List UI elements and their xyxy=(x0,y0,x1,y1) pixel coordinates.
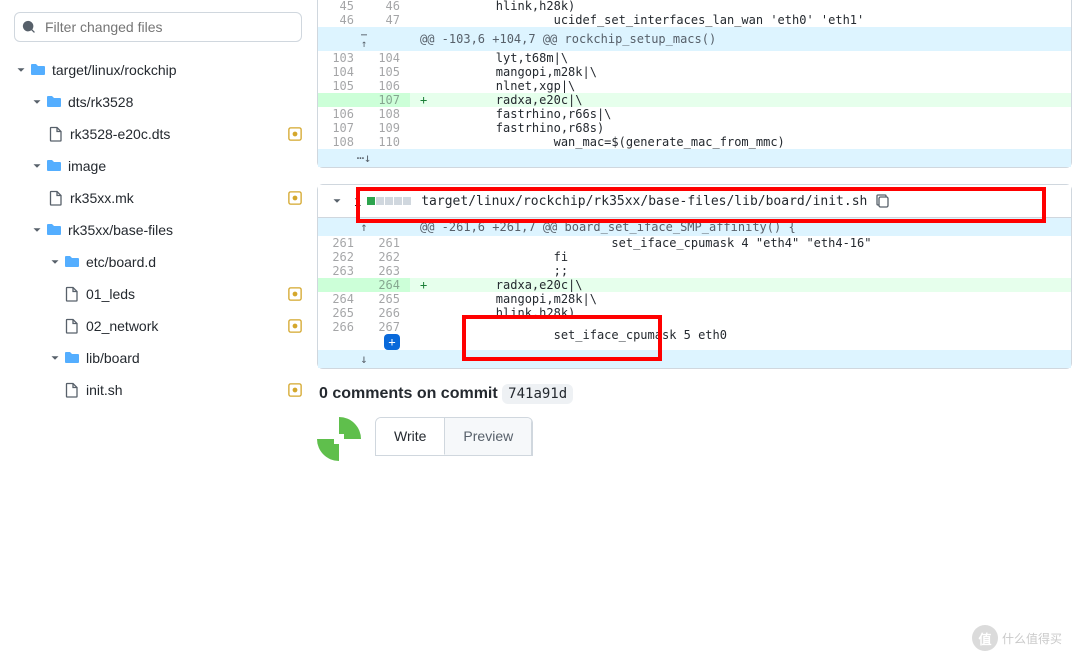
tree-file[interactable]: rk3528-e20c.dts xyxy=(8,118,308,150)
comments-count-text: 0 comments on commit xyxy=(319,385,498,402)
diff-line[interactable]: 261261 set_iface_cpumask 4 "eth4" "eth4-… xyxy=(318,236,1071,250)
tree-label: dts/rk3528 xyxy=(68,94,133,110)
diff-line[interactable]: 104105 mangopi,m28k|\ xyxy=(318,65,1071,79)
tree-label: image xyxy=(68,158,106,174)
tree-label: lib/board xyxy=(86,350,140,366)
diff-line[interactable]: 266267+ set_iface_cpumask 5 eth0 xyxy=(318,320,1071,350)
modified-icon xyxy=(288,319,302,333)
chevron-down-icon xyxy=(48,255,62,269)
expand-down[interactable]: ↓ xyxy=(318,350,1071,368)
folder-icon xyxy=(46,222,62,238)
diff-line[interactable]: 264+ radxa,e20c|\ xyxy=(318,278,1071,292)
diff-line[interactable]: 107109 fastrhino,r68s) xyxy=(318,121,1071,135)
tree-file[interactable]: rk35xx.mk xyxy=(8,182,308,214)
diff-line[interactable]: 264265 mangopi,m28k|\ xyxy=(318,292,1071,306)
modified-icon xyxy=(288,383,302,397)
diff-line[interactable]: 105106 nlnet,xgp|\ xyxy=(318,79,1071,93)
folder-icon xyxy=(64,254,80,270)
modified-icon xyxy=(288,191,302,205)
modified-icon xyxy=(288,287,302,301)
avatar[interactable] xyxy=(317,417,361,461)
tree-label: rk3528-e20c.dts xyxy=(70,126,170,142)
diff-line[interactable]: 4546 hlink,h28k) xyxy=(318,0,1071,13)
diff-file-network: 4546 hlink,h28k)4647 ucidef_set_interfac… xyxy=(317,0,1072,168)
add-comment-button[interactable]: + xyxy=(384,334,400,350)
folder-icon xyxy=(64,350,80,366)
filter-input[interactable] xyxy=(14,12,302,42)
tree-folder[interactable]: image xyxy=(8,150,308,182)
expand-down[interactable]: ⋯↓ xyxy=(318,149,1071,167)
diff-stat-bar xyxy=(367,197,411,205)
tree-folder[interactable]: rk35xx/base-files xyxy=(8,214,308,246)
chevron-down-icon xyxy=(30,95,44,109)
diff-line[interactable]: 107+ radxa,e20c|\ xyxy=(318,93,1071,107)
chevron-down-icon xyxy=(48,351,62,365)
diff-line[interactable]: 4647 ucidef_set_interfaces_lan_wan 'eth0… xyxy=(318,13,1071,27)
tree-file[interactable]: 02_network xyxy=(8,310,308,342)
watermark: 值什么值得买 xyxy=(972,625,1062,651)
diff-main: 4546 hlink,h28k)4647 ucidef_set_interfac… xyxy=(317,0,1080,661)
tree-folder-root[interactable]: target/linux/rockchip xyxy=(8,54,308,86)
diff-file-init: 1 target/linux/rockchip/rk35xx/base-file… xyxy=(317,184,1072,369)
hunk-header[interactable]: ↑ @@ -261,6 +261,7 @@ board_set_iface_SM… xyxy=(318,218,1071,236)
diff-line[interactable]: 263263 ;; xyxy=(318,264,1071,278)
copy-icon[interactable] xyxy=(875,193,891,209)
tree-label: 01_leds xyxy=(86,286,135,302)
hunk-header[interactable]: ⋯↑ @@ -103,6 +104,7 @@ rockchip_setup_ma… xyxy=(318,27,1071,51)
tree-file[interactable]: 01_leds xyxy=(8,278,308,310)
file-header: 1 target/linux/rockchip/rk35xx/base-file… xyxy=(318,185,1071,218)
filter-wrap xyxy=(8,12,308,42)
comment-tabnav: Write Preview xyxy=(375,417,533,456)
file-path[interactable]: target/linux/rockchip/rk35xx/base-files/… xyxy=(421,194,867,209)
tree-label: target/linux/rockchip xyxy=(52,62,177,78)
file-tree-sidebar: target/linux/rockchip dts/rk3528 rk3528-… xyxy=(0,0,317,661)
comment-form: Write Preview xyxy=(317,417,1072,461)
tree-label: etc/board.d xyxy=(86,254,156,270)
file-tree: target/linux/rockchip dts/rk3528 rk3528-… xyxy=(8,54,308,406)
tree-folder[interactable]: lib/board xyxy=(8,342,308,374)
chevron-down-icon[interactable] xyxy=(330,194,344,208)
commit-sha[interactable]: 741a91d xyxy=(502,384,573,404)
folder-icon xyxy=(46,158,62,174)
diff-table: ↑ @@ -261,6 +261,7 @@ board_set_iface_SM… xyxy=(318,218,1071,368)
diff-line[interactable]: 106108 fastrhino,r66s|\ xyxy=(318,107,1071,121)
tab-preview[interactable]: Preview xyxy=(445,418,532,455)
folder-icon xyxy=(30,62,46,78)
tree-label: rk35xx/base-files xyxy=(68,222,173,238)
chevron-down-icon xyxy=(30,223,44,237)
tree-label: init.sh xyxy=(86,382,123,398)
modified-icon xyxy=(288,127,302,141)
tree-folder[interactable]: etc/board.d xyxy=(8,246,308,278)
tree-file[interactable]: init.sh xyxy=(8,374,308,406)
tree-folder[interactable]: dts/rk3528 xyxy=(8,86,308,118)
chevron-down-icon xyxy=(30,159,44,173)
search-icon xyxy=(22,20,36,34)
hunk-text: @@ -261,6 +261,7 @@ board_set_iface_SMP_… xyxy=(410,218,1071,236)
chevron-down-icon xyxy=(14,63,28,77)
file-icon xyxy=(64,286,80,302)
tree-label: rk35xx.mk xyxy=(70,190,134,206)
diff-line[interactable]: 108110 wan_mac=$(generate_mac_from_mmc) xyxy=(318,135,1071,149)
folder-icon xyxy=(46,94,62,110)
diff-table: 4546 hlink,h28k)4647 ucidef_set_interfac… xyxy=(318,0,1071,167)
diff-line[interactable]: 262262 fi xyxy=(318,250,1071,264)
change-count: 1 xyxy=(354,194,361,209)
file-icon xyxy=(48,190,64,206)
file-icon xyxy=(64,318,80,334)
tab-write[interactable]: Write xyxy=(376,418,445,455)
file-icon xyxy=(48,126,64,142)
diff-line[interactable]: 265266 hlink,h28k) xyxy=(318,306,1071,320)
comments-header: 0 comments on commit 741a91d xyxy=(319,385,1072,403)
hunk-text: @@ -103,6 +104,7 @@ rockchip_setup_macs(… xyxy=(410,27,1071,51)
tree-label: 02_network xyxy=(86,318,158,334)
file-icon xyxy=(64,382,80,398)
diff-line[interactable]: 103104 lyt,t68m|\ xyxy=(318,51,1071,65)
